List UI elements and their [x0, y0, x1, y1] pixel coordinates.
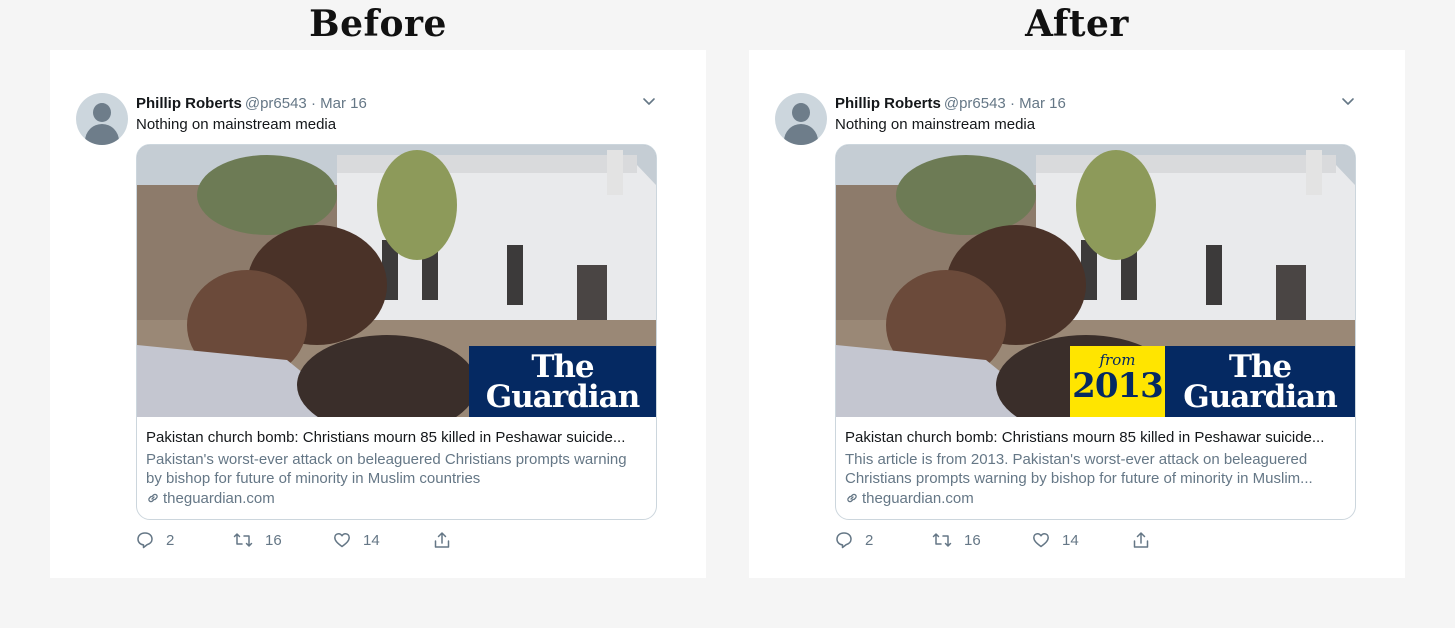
retweet-count: 16: [964, 531, 981, 549]
author-name[interactable]: Phillip Roberts: [835, 95, 941, 112]
date-label-badge: from 2013: [1070, 346, 1165, 417]
reply-icon: [137, 532, 153, 549]
guardian-logo: The Guardian: [1165, 346, 1355, 417]
tweet-actions: 2 16 14: [835, 531, 1165, 551]
avatar[interactable]: [76, 93, 128, 145]
reply-count: 2: [865, 531, 874, 549]
article-description: Pakistan's worst-ever attack on beleague…: [146, 451, 627, 487]
chevron-down-icon[interactable]: [642, 97, 656, 107]
tweet-text: Nothing on mainstream media: [835, 116, 1036, 133]
article-photo: The Guardian: [137, 145, 656, 417]
like-icon: [1033, 532, 1049, 548]
author-name[interactable]: Phillip Roberts: [136, 95, 242, 112]
like-count: 14: [1062, 531, 1079, 549]
reply-button[interactable]: 2: [136, 531, 174, 549]
author-handle-date: @pr6543 · Mar 16: [943, 95, 1066, 112]
before-heading: Before: [309, 3, 447, 45]
like-button[interactable]: 14: [1032, 531, 1079, 549]
share-icon: [1133, 532, 1149, 548]
reply-icon: [836, 532, 852, 549]
share-button[interactable]: [1132, 531, 1162, 549]
tweet-card-after: Phillip Roberts @pr6543 · Mar 16 Nothing …: [749, 50, 1405, 578]
chevron-down-icon[interactable]: [1341, 97, 1355, 107]
tweet-card-before: Phillip Roberts @pr6543 · Mar 16 Nothing …: [50, 50, 706, 578]
tweet-actions: 2 16 14: [136, 531, 466, 551]
retweet-button[interactable]: 16: [233, 531, 282, 549]
tweet-header: Phillip Roberts @pr6543 · Mar 16: [835, 95, 1066, 113]
article-title: Pakistan church bomb: Christians mourn 8…: [146, 429, 626, 446]
link-card[interactable]: The Guardian Pakistan church bomb: Chris…: [136, 144, 657, 520]
article-title: Pakistan church bomb: Christians mourn 8…: [845, 429, 1325, 446]
retweet-icon: [932, 533, 952, 547]
reply-count: 2: [166, 531, 175, 549]
article-photo: from 2013 The Guardian: [836, 145, 1355, 417]
like-icon: [334, 532, 350, 548]
article-description: This article is from 2013. Pakistan's wo…: [845, 451, 1313, 487]
link-card[interactable]: from 2013 The Guardian Pakistan church b…: [835, 144, 1356, 520]
like-button[interactable]: 14: [333, 531, 380, 549]
link-icon: [148, 493, 158, 503]
retweet-button[interactable]: 16: [932, 531, 981, 549]
author-handle-date: @pr6543 · Mar 16: [244, 95, 367, 112]
link-icon: [847, 493, 857, 503]
avatar[interactable]: [775, 93, 827, 145]
reply-button[interactable]: 2: [835, 531, 873, 549]
share-button[interactable]: [433, 531, 463, 549]
article-domain: theguardian.com: [146, 490, 275, 508]
tweet-header: Phillip Roberts @pr6543 · Mar 16: [136, 95, 367, 113]
retweet-icon: [233, 533, 253, 547]
article-domain: theguardian.com: [845, 490, 974, 508]
after-heading: After: [1025, 3, 1129, 45]
guardian-logo: The Guardian: [469, 346, 656, 417]
share-icon: [434, 532, 450, 548]
like-count: 14: [363, 531, 380, 549]
retweet-count: 16: [265, 531, 282, 549]
tweet-text: Nothing on mainstream media: [136, 116, 337, 133]
